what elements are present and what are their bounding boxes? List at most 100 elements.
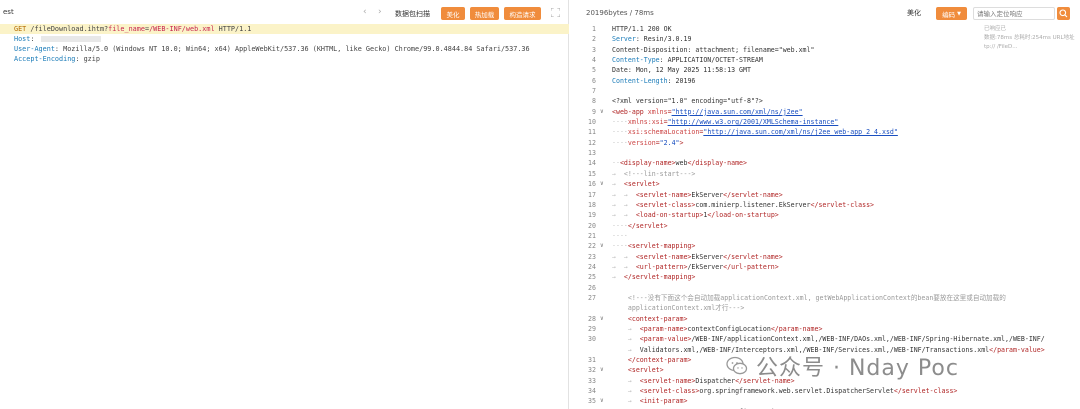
user-agent-header: User-Agent: Mozilla/5.0 (Windows NT 10.0… [14,45,530,53]
response-line: 13 [570,148,1080,158]
line-number: 22 [588,242,596,251]
watermark: 公众号 · Nday Poc [726,350,959,382]
beautify-button[interactable]: 美化 [441,7,465,20]
response-line: 16 ∨ → <servlet> [570,179,1080,189]
host-header: Host: [0,34,569,44]
line-number: 19 [588,211,596,220]
response-line: 23 → → <servlet-name>EkServer</servlet-na… [570,252,1080,262]
line-number: 23 [588,252,596,261]
response-line: 20 ····</servlet> [570,221,1080,231]
line-number: 10 [588,118,596,127]
packet-scan-button[interactable]: 数据包扫描 [395,9,430,19]
response-line: 19 → → <load-on-startup>1</load-on-startu… [570,210,1080,220]
response-line: 28 ∨ <context-param> [570,314,1080,324]
code-text: ····version="2.4"> [612,138,684,147]
code-text: <!---没有下面这个会自动加载applicationContext.xml, … [627,293,1006,302]
request-line: GET /fileDownload.ihtm?file_name=/WEB-IN… [0,24,569,34]
code-text: → <param-value>/WEB-INF/applicationConte… [612,335,1045,344]
line-number: 3 [592,45,596,54]
response-line: 22 ∨ ····<servlet-mapping> [570,241,1080,251]
search-icon [1059,9,1068,18]
fold-chevron-icon[interactable]: ∨ [600,365,604,375]
line-number: 6 [592,76,596,85]
code-text: → → <load-on-startup>1</load-on-startup> [612,211,779,220]
response-line: 21 ···· [570,231,1080,241]
fold-chevron-icon[interactable]: ∨ [600,179,604,189]
build-request-button[interactable]: 构造请求 [504,7,541,20]
request-toolbar: est ‹ › 数据包扫描 美化 热加载 构造请求 [0,0,569,24]
fold-chevron-icon[interactable]: ∨ [600,241,604,251]
response-line: 18 → → <servlet-class>com.minierp.listene… [570,200,1080,210]
line-number: 18 [588,200,596,209]
line-number: 12 [588,138,596,147]
encoding-label: 编码 [942,10,956,19]
search-button[interactable] [1057,7,1070,20]
request-editor[interactable]: GET /fileDownload.ihtm?file_name=/WEB-IN… [0,24,569,64]
line-number: 7 [592,87,596,96]
code-text: Server: Resin/3.0.19 [612,35,692,44]
response-search-input[interactable] [973,7,1055,20]
encoding-dropdown[interactable]: 编码 ▼ [936,7,967,20]
line-number: 21 [588,231,596,240]
response-line: 27 <!---没有下面这个会自动加载applicationContext.xm… [570,293,1080,303]
code-text: ····<servlet-mapping> [612,242,696,251]
code-text: → → <servlet-name>EkServer</servlet-name… [612,252,783,261]
response-line: applicationContext.xml才行---> [570,303,1080,313]
line-number: 5 [592,66,596,75]
response-panel: 20196bytes / 78ms 美化 编码▼ 已响应已 数据:78ms 总耗… [570,0,1080,409]
response-line: 8 <?xml version="1.0" encoding="utf-8"?> [570,96,1080,106]
code-text: <servlet> [627,366,664,375]
fold-chevron-icon[interactable]: ∨ [600,107,604,117]
expand-icon[interactable] [551,8,560,17]
response-line: 15 → <!---lin-start---> [570,169,1080,179]
line-number: 15 [588,169,596,178]
accept-encoding-header: Accept-Encoding: gzip [14,55,100,63]
code-text: ····xsi:schemaLocation="http://java.sun.… [612,128,898,137]
response-line: 26 [570,283,1080,293]
line-number: 27 [588,293,596,302]
chevron-right-icon[interactable]: › [378,8,382,17]
response-line: 11 ····xsi:schemaLocation="http://java.su… [570,127,1080,137]
code-text: → → <url-pattern>/EkServer</url-pattern> [612,262,779,271]
code-text: Date: Mon, 12 May 2025 11:58:13 GMT [612,66,751,75]
response-line: 30 → <param-value>/WEB-INF/applicationCo… [570,334,1080,344]
code-text: Content-Disposition: attachment; filenam… [612,45,815,54]
response-line: 3 Content-Disposition: attachment; filena… [570,45,1080,55]
line-number: 13 [588,149,596,158]
line-number: 31 [588,356,596,364]
request-panel: est ‹ › 数据包扫描 美化 热加载 构造请求 GET /fileDownl… [0,0,569,409]
chevron-left-icon[interactable]: ‹ [363,8,367,17]
fold-chevron-icon[interactable]: ∨ [600,314,604,324]
line-number: 26 [588,283,596,292]
fold-chevron-icon[interactable]: ∨ [600,396,604,406]
response-line: 29 → <param-name>contextConfigLocation</… [570,324,1080,334]
code-text: ····xmlns:xsi="http://www.w3.org/2001/XM… [612,118,839,127]
code-text: → </servlet-mapping> [612,273,696,282]
line-number: 29 [588,324,596,333]
response-toolbar: 20196bytes / 78ms 美化 编码 ▼ [570,0,1080,26]
response-line: 9 ∨ <web-app xmlns="http://java.sun.com/xm… [570,107,1080,117]
line-number: 2 [592,35,596,44]
code-text: <context-param> [627,314,688,323]
line-number: 17 [588,190,596,199]
line-number: 11 [588,128,596,137]
line-number: 30 [588,335,596,344]
response-line: 2 Server: Resin/3.0.19 [570,34,1080,44]
code-text: <web-app xmlns="http://java.sun.com/xml/… [612,107,803,116]
line-number: 33 [588,376,596,385]
watermark-text: 公众号 · Nday Poc [756,356,959,381]
wechat-icon [726,356,748,375]
line-number: 4 [592,56,596,65]
code-text: ··<display-name>web</display-name> [612,159,747,168]
response-beautify-button[interactable]: 美化 [907,8,921,18]
hot-reload-button[interactable]: 热加载 [470,7,499,20]
response-line: 4 Content-Type: APPLICATION/OCTET-STREAM [570,55,1080,65]
response-line: 35 ∨ → <init-param> [570,396,1080,406]
response-line: 7 [570,86,1080,96]
redacted-host [40,36,101,42]
code-text: → → <servlet-name>EkServer</servlet-name… [612,190,783,199]
code-text: HTTP/1.1 200 OK [612,25,672,33]
response-line: 5 Date: Mon, 12 May 2025 11:58:13 GMT [570,65,1080,75]
code-text: → <!---lin-start---> [612,169,696,178]
code-text: ···· [612,231,628,240]
